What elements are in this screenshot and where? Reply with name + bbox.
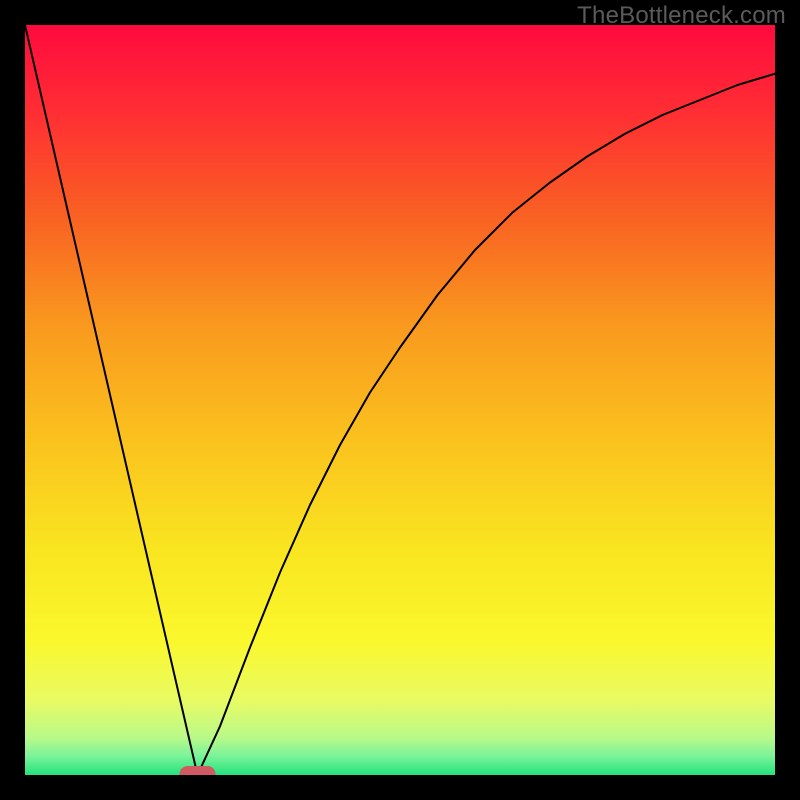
- watermark-text: TheBottleneck.com: [577, 2, 786, 30]
- min-marker: [180, 766, 216, 775]
- chart-root: TheBottleneck.com: [0, 0, 800, 800]
- gradient-background: [25, 25, 775, 775]
- plot-area: [25, 25, 775, 775]
